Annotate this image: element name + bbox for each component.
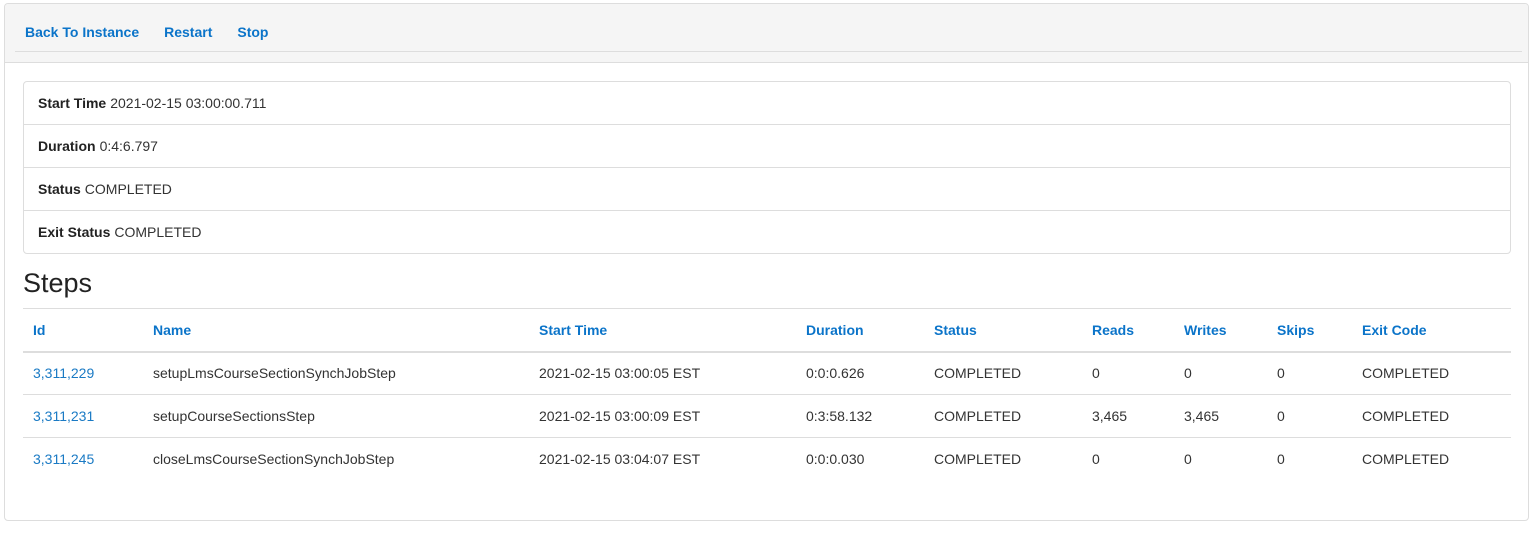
step-reads: 3,465 — [1082, 394, 1174, 438]
panel-heading: Back To Instance Restart Stop — [5, 4, 1528, 63]
step-start-time: 2021-02-15 03:00:05 EST — [529, 351, 796, 395]
step-id-link[interactable]: 3,311,245 — [33, 451, 94, 467]
restart-link[interactable]: Restart — [164, 24, 212, 40]
step-start-time: 2021-02-15 03:00:09 EST — [529, 394, 796, 438]
step-status: COMPLETED — [924, 351, 1082, 395]
start-time-item: Start Time 2021-02-15 03:00:00.711 — [24, 82, 1510, 125]
column-header-exit-code[interactable]: Exit Code — [1352, 308, 1511, 353]
steps-table: Id Name Start Time Duration Status Reads… — [23, 308, 1511, 481]
column-header-reads[interactable]: Reads — [1082, 308, 1174, 353]
status-label: Status — [38, 181, 81, 197]
step-skips: 0 — [1277, 451, 1285, 468]
step-reads: 0 — [1082, 351, 1174, 395]
status-item: Status COMPLETED — [24, 168, 1510, 211]
column-header-skips[interactable]: Skips — [1267, 308, 1352, 353]
column-header-writes[interactable]: Writes — [1174, 308, 1267, 353]
status-value: COMPLETED — [84, 181, 172, 197]
table-row: 3,311,231 setupCourseSectionsStep 2021-0… — [23, 394, 1511, 438]
table-row: 3,311,245 closeLmsCourseSectionSynchJobS… — [23, 438, 1511, 481]
execution-details: Start Time 2021-02-15 03:00:00.711 Durat… — [23, 81, 1511, 254]
step-exit-code: COMPLETED — [1362, 451, 1450, 468]
step-id-link[interactable]: 3,311,229 — [33, 365, 94, 381]
step-reads: 0 — [1092, 451, 1100, 468]
duration-value: 0:4:6.797 — [99, 138, 158, 154]
exit-status-label: Exit Status — [38, 224, 111, 240]
step-status: COMPLETED — [934, 451, 1022, 468]
step-duration: 0:0:0.626 — [796, 351, 924, 395]
steps-title: Steps — [23, 268, 93, 298]
step-name: closeLmsCourseSectionSynchJobStep — [153, 451, 395, 468]
action-nav: Back To Instance Restart Stop — [15, 4, 1522, 52]
start-time-label: Start Time — [38, 95, 107, 111]
step-start-time: 2021-02-15 03:04:07 EST — [539, 451, 701, 468]
step-skips: 0 — [1267, 394, 1352, 438]
job-execution-panel: Back To Instance Restart Stop Start Time… — [4, 3, 1529, 521]
step-duration: 0:3:58.132 — [796, 394, 924, 438]
duration-label: Duration — [38, 138, 96, 154]
step-writes: 0 — [1184, 451, 1192, 468]
step-exit-code: COMPLETED — [1352, 351, 1511, 395]
steps-header-row: Id Name Start Time Duration Status Reads… — [23, 308, 1511, 353]
step-status: COMPLETED — [924, 394, 1082, 438]
column-header-duration[interactable]: Duration — [796, 308, 924, 353]
column-header-start-time[interactable]: Start Time — [529, 308, 796, 353]
step-exit-code: COMPLETED — [1352, 394, 1511, 438]
exit-status-value: COMPLETED — [114, 224, 202, 240]
stop-link[interactable]: Stop — [237, 24, 268, 40]
column-header-id[interactable]: Id — [23, 308, 143, 353]
step-name: setupCourseSectionsStep — [143, 394, 529, 438]
column-header-status[interactable]: Status — [924, 308, 1082, 353]
step-name: setupLmsCourseSectionSynchJobStep — [143, 351, 529, 395]
step-writes: 0 — [1174, 351, 1267, 395]
step-skips: 0 — [1267, 351, 1352, 395]
duration-item: Duration 0:4:6.797 — [24, 125, 1510, 168]
exit-status-item: Exit Status COMPLETED — [24, 211, 1510, 253]
column-header-name[interactable]: Name — [143, 308, 529, 353]
step-writes: 3,465 — [1174, 394, 1267, 438]
step-id-link[interactable]: 3,311,231 — [33, 408, 94, 424]
back-to-instance-link[interactable]: Back To Instance — [25, 24, 139, 40]
step-duration: 0:0:0.030 — [806, 451, 865, 468]
table-row: 3,311,229 setupLmsCourseSectionSynchJobS… — [23, 351, 1511, 395]
start-time-value: 2021-02-15 03:00:00.711 — [110, 95, 267, 111]
